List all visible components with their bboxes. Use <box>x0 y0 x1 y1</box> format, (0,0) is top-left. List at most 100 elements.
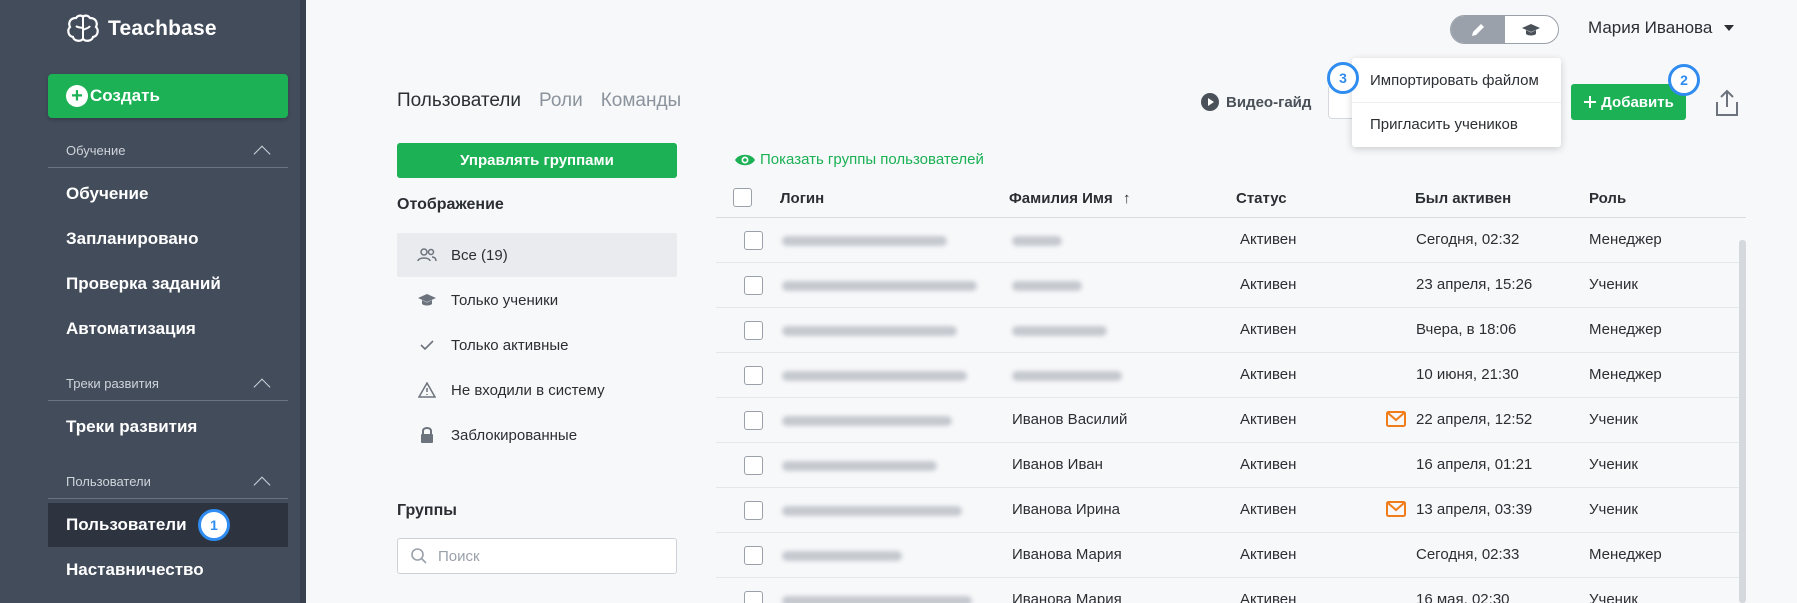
mode-toggle[interactable] <box>1450 15 1559 44</box>
column-login[interactable]: Логин <box>780 190 824 207</box>
section-title: Пользователи <box>66 474 151 489</box>
cell-status: Активен <box>1240 366 1297 383</box>
row-checkbox[interactable] <box>744 276 763 295</box>
cell-last-active: 10 июня, 21:30 <box>1416 366 1519 383</box>
filter-active-only[interactable]: Только активные <box>397 323 677 367</box>
search-icon <box>411 548 427 564</box>
video-guide-label: Видео-гайд <box>1226 93 1312 111</box>
cell-role: Ученик <box>1589 411 1638 428</box>
cell-name: Иванов Василий <box>1012 411 1128 428</box>
learner-mode-segment[interactable] <box>1505 16 1559 43</box>
mail-icon[interactable] <box>1386 501 1406 517</box>
row-checkbox[interactable] <box>744 366 763 385</box>
groups-search-input[interactable]: Поиск <box>397 538 677 574</box>
video-guide-link[interactable]: Видео-гайд <box>1200 92 1311 112</box>
cell-role: Ученик <box>1589 501 1638 518</box>
sidebar-item-automation[interactable]: Автоматизация <box>48 307 288 351</box>
manage-groups-button[interactable]: Управлять группами <box>397 143 677 178</box>
name-redacted <box>1012 236 1062 246</box>
filter-label: Не входили в систему <box>451 381 605 399</box>
sidebar-item-mentoring[interactable]: Наставничество <box>48 548 288 592</box>
table-row[interactable]: Активен 10 июня, 21:30 Менеджер <box>716 353 1746 398</box>
filter-blocked[interactable]: Заблокированные <box>397 413 677 457</box>
create-button[interactable]: + Создать <box>48 74 288 118</box>
table-row[interactable]: Активен 23 апреля, 15:26 Ученик <box>716 263 1746 308</box>
cell-role: Менеджер <box>1589 366 1662 383</box>
column-last-active[interactable]: Был активен <box>1415 190 1511 207</box>
sidebar-scrollbar[interactable] <box>300 0 306 603</box>
user-menu[interactable]: Мария Иванова <box>1588 18 1735 38</box>
cell-last-active: 22 апреля, 12:52 <box>1416 411 1533 428</box>
sidebar-item-scheduled[interactable]: Запланировано <box>48 217 288 261</box>
cell-status: Активен <box>1240 276 1297 293</box>
login-redacted <box>782 596 972 603</box>
row-checkbox[interactable] <box>744 591 763 603</box>
table-row[interactable]: Иванов Василий Активен 22 апреля, 12:52 Уче… <box>716 398 1746 443</box>
export-button[interactable] <box>1713 88 1741 118</box>
cell-role: Ученик <box>1589 276 1638 293</box>
add-label: Добавить <box>1601 93 1674 111</box>
column-role[interactable]: Роль <box>1589 190 1626 207</box>
sidebar-item-learning[interactable]: Обучение <box>48 172 288 216</box>
chevron-up-icon <box>253 378 271 395</box>
tab-users[interactable]: Пользователи <box>397 90 521 112</box>
cell-role: Менеджер <box>1589 231 1662 248</box>
row-checkbox[interactable] <box>744 231 763 250</box>
row-checkbox[interactable] <box>744 501 763 520</box>
cell-last-active: 13 апреля, 03:39 <box>1416 501 1533 518</box>
cell-last-active: 16 мая, 02:30 <box>1416 591 1510 603</box>
user-name: Мария Иванова <box>1588 18 1713 37</box>
table-header: Логин Фамилия Имя ↑ Статус Был активен Р… <box>716 182 1746 218</box>
table-row[interactable]: Иванова Ирина Активен 13 апреля, 03:39 Учен… <box>716 488 1746 533</box>
add-button[interactable]: Добавить <box>1571 84 1686 120</box>
edit-mode-segment[interactable] <box>1451 16 1505 43</box>
row-checkbox[interactable] <box>744 321 763 340</box>
sidebar-item-users[interactable]: Пользователи <box>48 503 288 547</box>
filter-learners-only[interactable]: Только ученики <box>397 278 677 322</box>
check-icon <box>417 335 437 355</box>
column-status[interactable]: Статус <box>1236 190 1287 207</box>
tab-teams[interactable]: Команды <box>601 90 682 112</box>
sidebar-item-label: Пользователи <box>66 515 187 534</box>
table-row[interactable]: Иванова Мария Активен Сегодня, 02:33 Менедж… <box>716 533 1746 578</box>
groups-search-placeholder: Поиск <box>438 547 480 565</box>
row-checkbox[interactable] <box>744 411 763 430</box>
caret-down-icon <box>1724 25 1735 31</box>
column-name[interactable]: Фамилия Имя ↑ <box>1009 190 1130 207</box>
cell-name: Иванова Мария <box>1012 546 1122 563</box>
cell-last-active: Сегодня, 02:32 <box>1416 231 1520 248</box>
section-users[interactable]: Пользователи <box>48 465 288 499</box>
show-groups-toggle[interactable]: Показать группы пользователей <box>734 151 984 168</box>
logo[interactable]: Teachbase <box>66 14 217 44</box>
select-all-checkbox[interactable] <box>733 188 752 207</box>
section-learning[interactable]: Обучение <box>48 134 288 168</box>
cell-name: Иванова Ирина <box>1012 501 1120 518</box>
login-redacted <box>782 551 902 561</box>
filter-all[interactable]: Все (19) <box>397 233 677 277</box>
login-redacted <box>782 281 977 291</box>
sidebar-item-task-review[interactable]: Проверка заданий <box>48 262 288 306</box>
tab-roles[interactable]: Роли <box>539 90 583 112</box>
table-scrollbar[interactable] <box>1739 240 1746 603</box>
groups-title: Группы <box>397 502 457 519</box>
section-tracks[interactable]: Треки развития <box>48 367 288 401</box>
plus-icon: + <box>66 85 88 107</box>
app-name: Teachbase <box>108 17 217 40</box>
row-checkbox[interactable] <box>744 456 763 475</box>
table-row[interactable]: Иванов Иван Активен 16 апреля, 01:21 Ученик <box>716 443 1746 488</box>
filter-never-logged-in[interactable]: Не входили в систему <box>397 368 677 412</box>
table-row[interactable]: Иванова Мария Активен 16 мая, 02:30 Ученик <box>716 578 1746 603</box>
row-checkbox[interactable] <box>744 546 763 565</box>
menu-item-invite-learners[interactable]: Пригласить учеников <box>1352 102 1561 146</box>
sidebar-item-tracks[interactable]: Треки развития <box>48 405 288 449</box>
mail-icon[interactable] <box>1386 411 1406 427</box>
login-redacted <box>782 506 962 516</box>
cell-status: Активен <box>1240 456 1297 473</box>
cell-name: Иванова Мария <box>1012 591 1122 603</box>
cell-role: Менеджер <box>1589 321 1662 338</box>
upload-icon <box>1716 89 1738 116</box>
table-row[interactable]: Активен Сегодня, 02:32 Менеджер <box>716 218 1746 263</box>
menu-item-import-file[interactable]: Импортировать файлом <box>1352 58 1561 102</box>
login-redacted <box>782 326 957 336</box>
table-row[interactable]: Активен Вчера, в 18:06 Менеджер <box>716 308 1746 353</box>
